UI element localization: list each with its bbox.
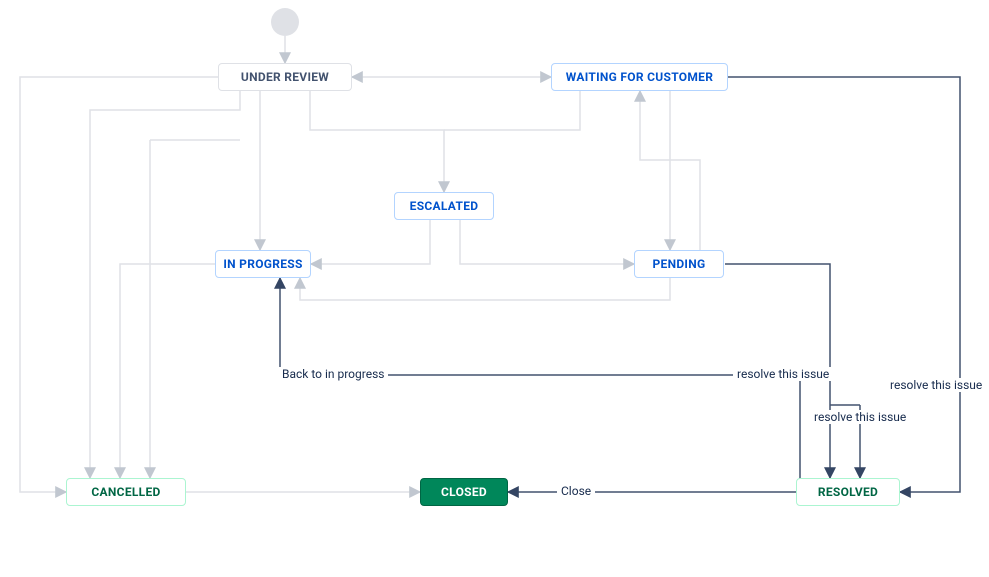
state-cancelled[interactable]: CANCELLED — [66, 478, 186, 506]
edge-label-back-to-in-progress: Back to in progress — [278, 367, 388, 381]
state-in-progress[interactable]: IN PROGRESS — [215, 250, 311, 278]
state-label: CLOSED — [441, 485, 487, 499]
state-under-review[interactable]: UNDER REVIEW — [218, 63, 352, 91]
state-waiting-for-customer[interactable]: WAITING FOR CUSTOMER — [551, 63, 728, 91]
state-label: IN PROGRESS — [223, 257, 302, 271]
edge-label-resolve-this-issue-1: resolve this issue — [733, 367, 833, 381]
state-pending[interactable]: PENDING — [634, 250, 724, 278]
state-resolved[interactable]: RESOLVED — [796, 478, 900, 506]
edge-label-resolve-this-issue-3: resolve this issue — [886, 378, 986, 392]
state-label: RESOLVED — [818, 485, 878, 499]
state-escalated[interactable]: ESCALATED — [394, 192, 494, 220]
state-label: WAITING FOR CUSTOMER — [566, 70, 713, 84]
state-label: PENDING — [652, 257, 705, 271]
state-label: UNDER REVIEW — [241, 70, 329, 84]
edge-label-close: Close — [557, 484, 595, 498]
state-label: ESCALATED — [410, 199, 479, 213]
state-closed[interactable]: CLOSED — [420, 478, 508, 506]
edge-label-resolve-this-issue-2: resolve this issue — [810, 410, 910, 424]
workflow-diagram: UNDER REVIEW WAITING FOR CUSTOMER ESCALA… — [0, 0, 989, 577]
state-label: CANCELLED — [91, 485, 160, 499]
workflow-start-node — [271, 8, 299, 36]
